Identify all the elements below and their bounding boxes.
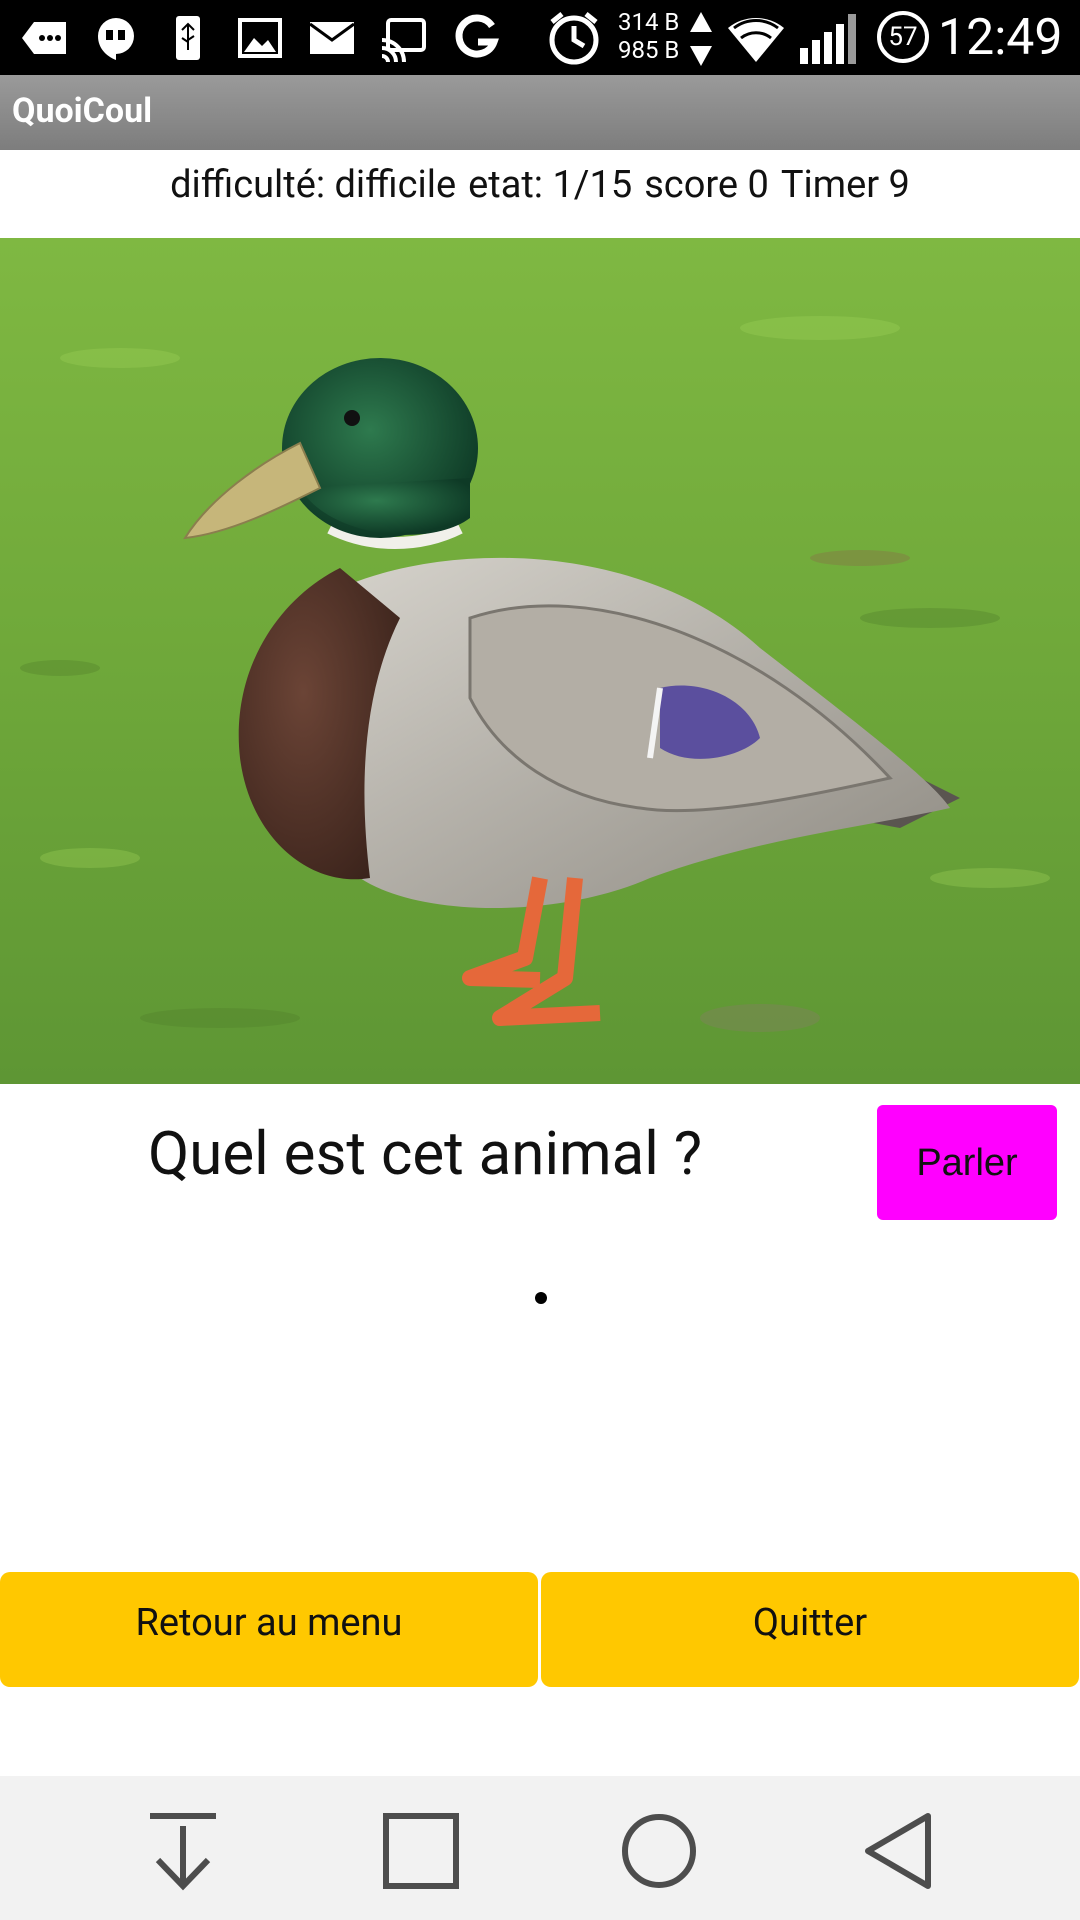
clock: 12:49 [938, 9, 1063, 67]
back-to-menu-button[interactable]: Retour au menu [0, 1572, 538, 1687]
g-app-icon [455, 14, 499, 58]
signal-icon [800, 14, 856, 64]
network-rates: 314 B 985 B [618, 8, 698, 64]
cast-icon [381, 18, 426, 63]
more-notifications-icon [22, 22, 66, 54]
hangouts-icon [98, 18, 134, 60]
hide-keyboard-icon[interactable] [138, 1806, 228, 1896]
action-bar: QuoiCoul [0, 75, 1080, 150]
game-status-line: difficulté: difficile etat: 1/15 score 0 Ti… [0, 150, 1080, 238]
recents-icon[interactable] [376, 1806, 466, 1896]
status-bar: 314 B 985 B 57 12:49 [0, 0, 1080, 75]
app-title: QuoiCoul [12, 91, 153, 131]
back-icon[interactable] [854, 1806, 944, 1896]
question-text: Quel est cet animal ? [148, 1118, 703, 1189]
data-activity-icon [690, 12, 712, 66]
battery-icon: 57 [876, 10, 930, 64]
speak-button[interactable]: Parler [877, 1105, 1057, 1220]
battery-level: 57 [888, 22, 918, 52]
download-rate: 985 B [618, 36, 680, 64]
upload-rate: 314 B [618, 8, 680, 36]
quit-button[interactable]: Quitter [541, 1572, 1079, 1687]
state-label: etat: 1/15 [468, 163, 633, 207]
home-icon[interactable] [614, 1806, 704, 1896]
answer-indicator [535, 1292, 547, 1304]
timer-label: Timer 9 [780, 163, 910, 207]
gallery-icon [238, 18, 282, 58]
email-icon [309, 22, 355, 54]
navigation-bar [0, 1776, 1080, 1920]
score-label: score 0 [644, 163, 769, 207]
difficulty-label: difficulté: difficile [170, 163, 457, 207]
duck-image [0, 238, 1080, 1084]
alarm-icon [549, 12, 599, 65]
wifi-icon [728, 17, 784, 62]
animal-photo [0, 238, 1080, 1084]
usb-icon [176, 16, 200, 60]
